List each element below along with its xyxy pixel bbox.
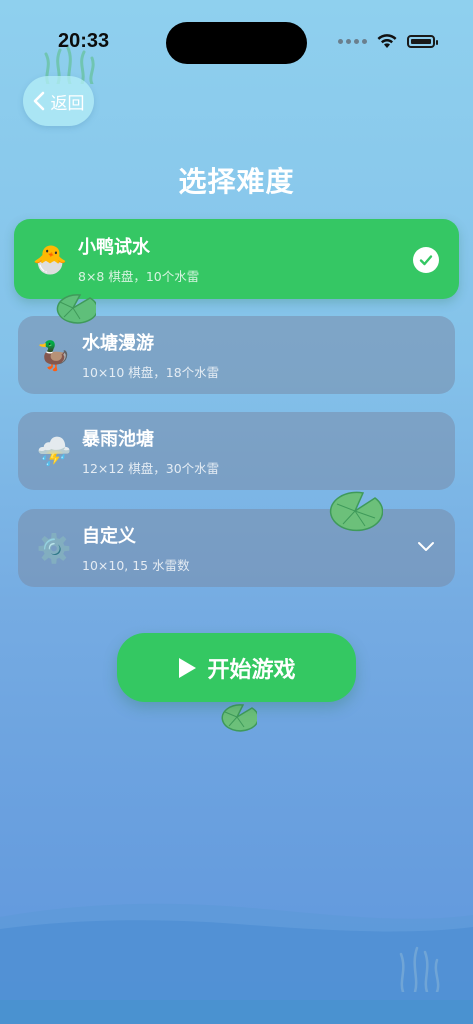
cellular-signal-icon [338,38,367,44]
difficulty-name: 自定义 [82,526,136,547]
dynamic-island [166,22,307,64]
difficulty-name: 暴雨池塘 [82,429,154,450]
lily-pad-icon [329,491,383,532]
gear-icon: ⚙️ [36,531,72,565]
page-title: 选择难度 [178,165,295,198]
difficulty-name: 小鸭试水 [78,237,150,258]
difficulty-description: 8×8 棋盘，10个水雷 [78,269,200,284]
duck-icon: 🦆 [36,338,72,372]
wifi-icon [377,34,397,48]
water-floor [0,1000,473,1024]
difficulty-description: 10×10, 15 水雷数 [82,558,190,573]
difficulty-description: 10×10 棋盘，18个水雷 [82,365,220,380]
difficulty-option-hard[interactable]: ⛈️ 暴雨池塘 12×12 棋盘，30个水雷 [18,412,455,490]
difficulty-name: 水塘漫游 [82,333,154,354]
back-label: 返回 [50,93,85,114]
storm-cloud-icon: ⛈️ [36,434,72,468]
checkmark-icon [413,247,439,273]
battery-icon [407,34,438,48]
play-icon [179,657,197,678]
difficulty-option-easy[interactable]: 🐣 小鸭试水 8×8 棋盘，10个水雷 [14,219,459,299]
difficulty-option-custom[interactable]: ⚙️ 自定义 10×10, 15 水雷数 [18,509,455,587]
hatching-chick-icon: 🐣 [32,242,68,276]
lily-pad-icon [221,704,257,732]
start-game-button[interactable]: 开始游戏 [117,633,356,702]
difficulty-description: 12×12 棋盘，30个水雷 [82,461,220,476]
seaweed-decoration-icon [399,946,440,992]
status-icons [338,33,438,49]
difficulty-option-medium[interactable]: 🦆 水塘漫游 10×10 棋盘，18个水雷 [18,316,455,394]
difficulty-screen: 20:33 返回 选择难度 🐣 小鸭试水 8×8 棋盘，10个水雷 🦆 水塘漫游… [0,0,473,1024]
back-button[interactable]: 返回 [23,76,94,126]
chevron-left-icon [33,91,44,111]
start-game-label: 开始游戏 [207,657,296,683]
lily-pad-icon [56,294,96,324]
chevron-down-icon[interactable] [417,541,435,553]
